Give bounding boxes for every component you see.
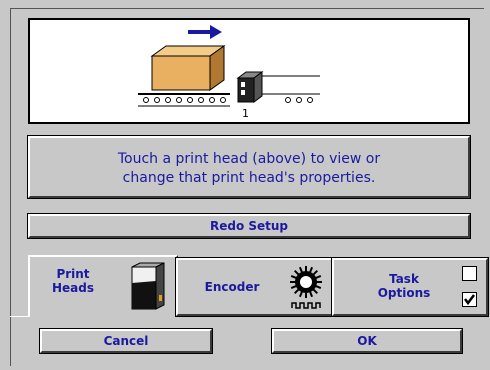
tab-encoder[interactable]: Encoder <box>176 258 334 316</box>
redo-setup-label: Redo Setup <box>209 219 289 233</box>
ok-button[interactable]: OK <box>272 329 462 353</box>
encoder-icon <box>290 266 322 309</box>
checkmark-icon <box>464 294 475 306</box>
tab-encoder-label: Encoder <box>204 280 260 294</box>
tab-print-heads-label-2: Heads <box>51 281 94 295</box>
cancel-label: Cancel <box>103 334 149 348</box>
message-line-1: Touch a print head (above) to view or <box>117 151 381 167</box>
tab-task-options[interactable]: Task Options <box>332 258 488 316</box>
print-head-icon[interactable] <box>236 71 264 103</box>
tab-task-options-label-1: Task <box>389 272 419 286</box>
conveyor-illustration: 1 <box>138 25 320 120</box>
ok-label: OK <box>357 334 377 348</box>
redo-setup-button[interactable]: Redo Setup <box>28 214 470 238</box>
tab-print-heads-label-1: Print <box>56 267 90 281</box>
tab-task-options-label-2: Options <box>377 286 431 300</box>
task-checkbox-top[interactable] <box>462 266 477 281</box>
cancel-button[interactable]: Cancel <box>40 329 212 353</box>
print-head-large-icon <box>131 262 165 310</box>
direction-arrow-icon <box>188 25 222 39</box>
instruction-message: Touch a print head (above) to view or ch… <box>28 136 470 198</box>
task-checkbox-bottom[interactable] <box>462 292 477 307</box>
box-icon <box>150 45 226 91</box>
conveyor-picture: 1 <box>28 18 470 124</box>
message-line-2: change that print head's properties. <box>122 170 376 186</box>
print-head-number: 1 <box>242 107 249 120</box>
tab-print-heads[interactable]: Print Heads <box>28 255 178 317</box>
